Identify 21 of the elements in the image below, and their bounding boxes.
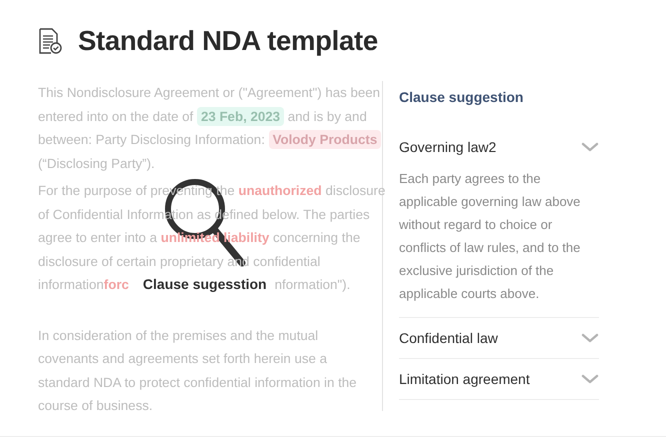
clause-text: Each party agrees to the applicable governing law above without regard to choice or conflicts of law rules, and to the exclusive jurisdiction of the applicable courts above. [399, 170, 582, 303]
document-check-icon [38, 28, 62, 54]
paragraph-line: In consideration of the premises and the mutual [38, 326, 320, 345]
highlighted-term: forc [104, 276, 129, 294]
chevron-down-icon [581, 374, 599, 384]
paragraph-line: standard NDA to protect confidential information in the [38, 374, 358, 392]
paragraph-line: between: Party Disclosing Information: Volody Products [38, 128, 382, 152]
accordion-header[interactable]: Confidential law [399, 318, 599, 358]
paragraph-text: nformation"). [274, 276, 350, 294]
paragraph-line: covenants and agreements set forth herein use a [38, 350, 328, 368]
page-title: Standard NDA template [78, 25, 378, 57]
accordion-header[interactable]: Governing law2 [399, 127, 599, 167]
chevron-down-icon [581, 142, 599, 152]
paragraph-line: (“Disclosing Party”). [38, 154, 156, 173]
paragraph-line: course of business. [38, 397, 154, 415]
accordion-header[interactable]: Limitation agreement [399, 359, 599, 399]
paragraph-line: This Nondisclosure Agreement or ("Agreement") has been [38, 84, 382, 102]
paragraph-line: entered into on the date of 23 Feb, 2023 and is by and [38, 106, 368, 128]
chevron-down-icon [581, 333, 599, 343]
paragraph-text: information [38, 276, 104, 294]
panel-heading: Clause suggestion [399, 89, 524, 105]
